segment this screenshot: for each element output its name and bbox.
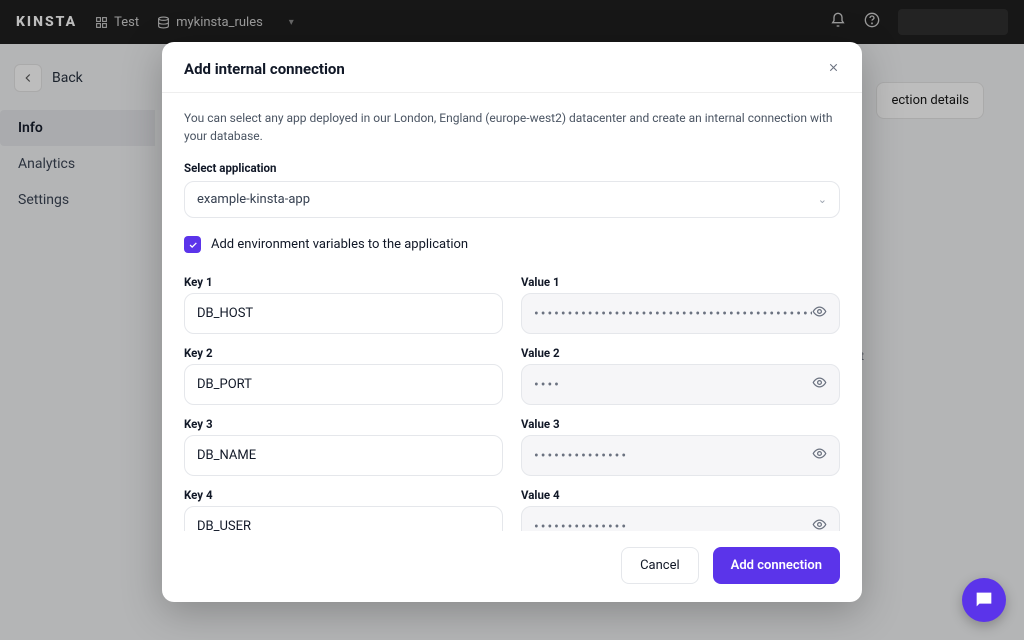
select-application-label: Select application: [184, 161, 840, 175]
cancel-button[interactable]: Cancel: [621, 547, 699, 584]
key-input-3[interactable]: [184, 435, 503, 476]
key-input-4[interactable]: [184, 506, 503, 531]
modal-description: You can select any app deployed in our L…: [184, 109, 840, 145]
add-connection-button[interactable]: Add connection: [713, 547, 840, 584]
value-input-3[interactable]: [521, 435, 840, 476]
key-input-2[interactable]: [184, 364, 503, 405]
chat-fab[interactable]: [962, 578, 1006, 622]
value-field-2[interactable]: [534, 377, 812, 393]
modal-title: Add internal connection: [184, 60, 345, 78]
modal-overlay: Add internal connection You can select a…: [0, 0, 1024, 640]
value-label: Value 4: [521, 488, 840, 502]
key-input-1[interactable]: [184, 293, 503, 334]
value-field-3[interactable]: [534, 448, 812, 464]
env-vars-checkbox[interactable]: [184, 236, 201, 253]
eye-icon[interactable]: [812, 304, 827, 323]
value-label: Value 1: [521, 275, 840, 289]
env-vars-checkbox-label: Add environment variables to the applica…: [211, 237, 468, 252]
add-internal-connection-modal: Add internal connection You can select a…: [162, 42, 862, 602]
env-vars-grid: Key 1 Value 1 Key 2 Value 2 Key 3 Value …: [184, 267, 840, 531]
value-label: Value 3: [521, 417, 840, 431]
value-input-2[interactable]: [521, 364, 840, 405]
value-input-4[interactable]: [521, 506, 840, 531]
eye-icon[interactable]: [812, 517, 827, 531]
value-input-1[interactable]: [521, 293, 840, 334]
value-label: Value 2: [521, 346, 840, 360]
chevron-down-icon: ⌄: [818, 193, 827, 206]
eye-icon[interactable]: [812, 375, 827, 394]
value-field-4[interactable]: [534, 519, 812, 532]
key-label: Key 4: [184, 488, 503, 502]
close-icon[interactable]: [827, 60, 840, 78]
select-application-value: example-kinsta-app: [197, 192, 310, 207]
key-label: Key 1: [184, 275, 503, 289]
key-label: Key 2: [184, 346, 503, 360]
eye-icon[interactable]: [812, 446, 827, 465]
key-label: Key 3: [184, 417, 503, 431]
select-application-dropdown[interactable]: example-kinsta-app ⌄: [184, 181, 840, 218]
value-field-1[interactable]: [534, 306, 812, 322]
